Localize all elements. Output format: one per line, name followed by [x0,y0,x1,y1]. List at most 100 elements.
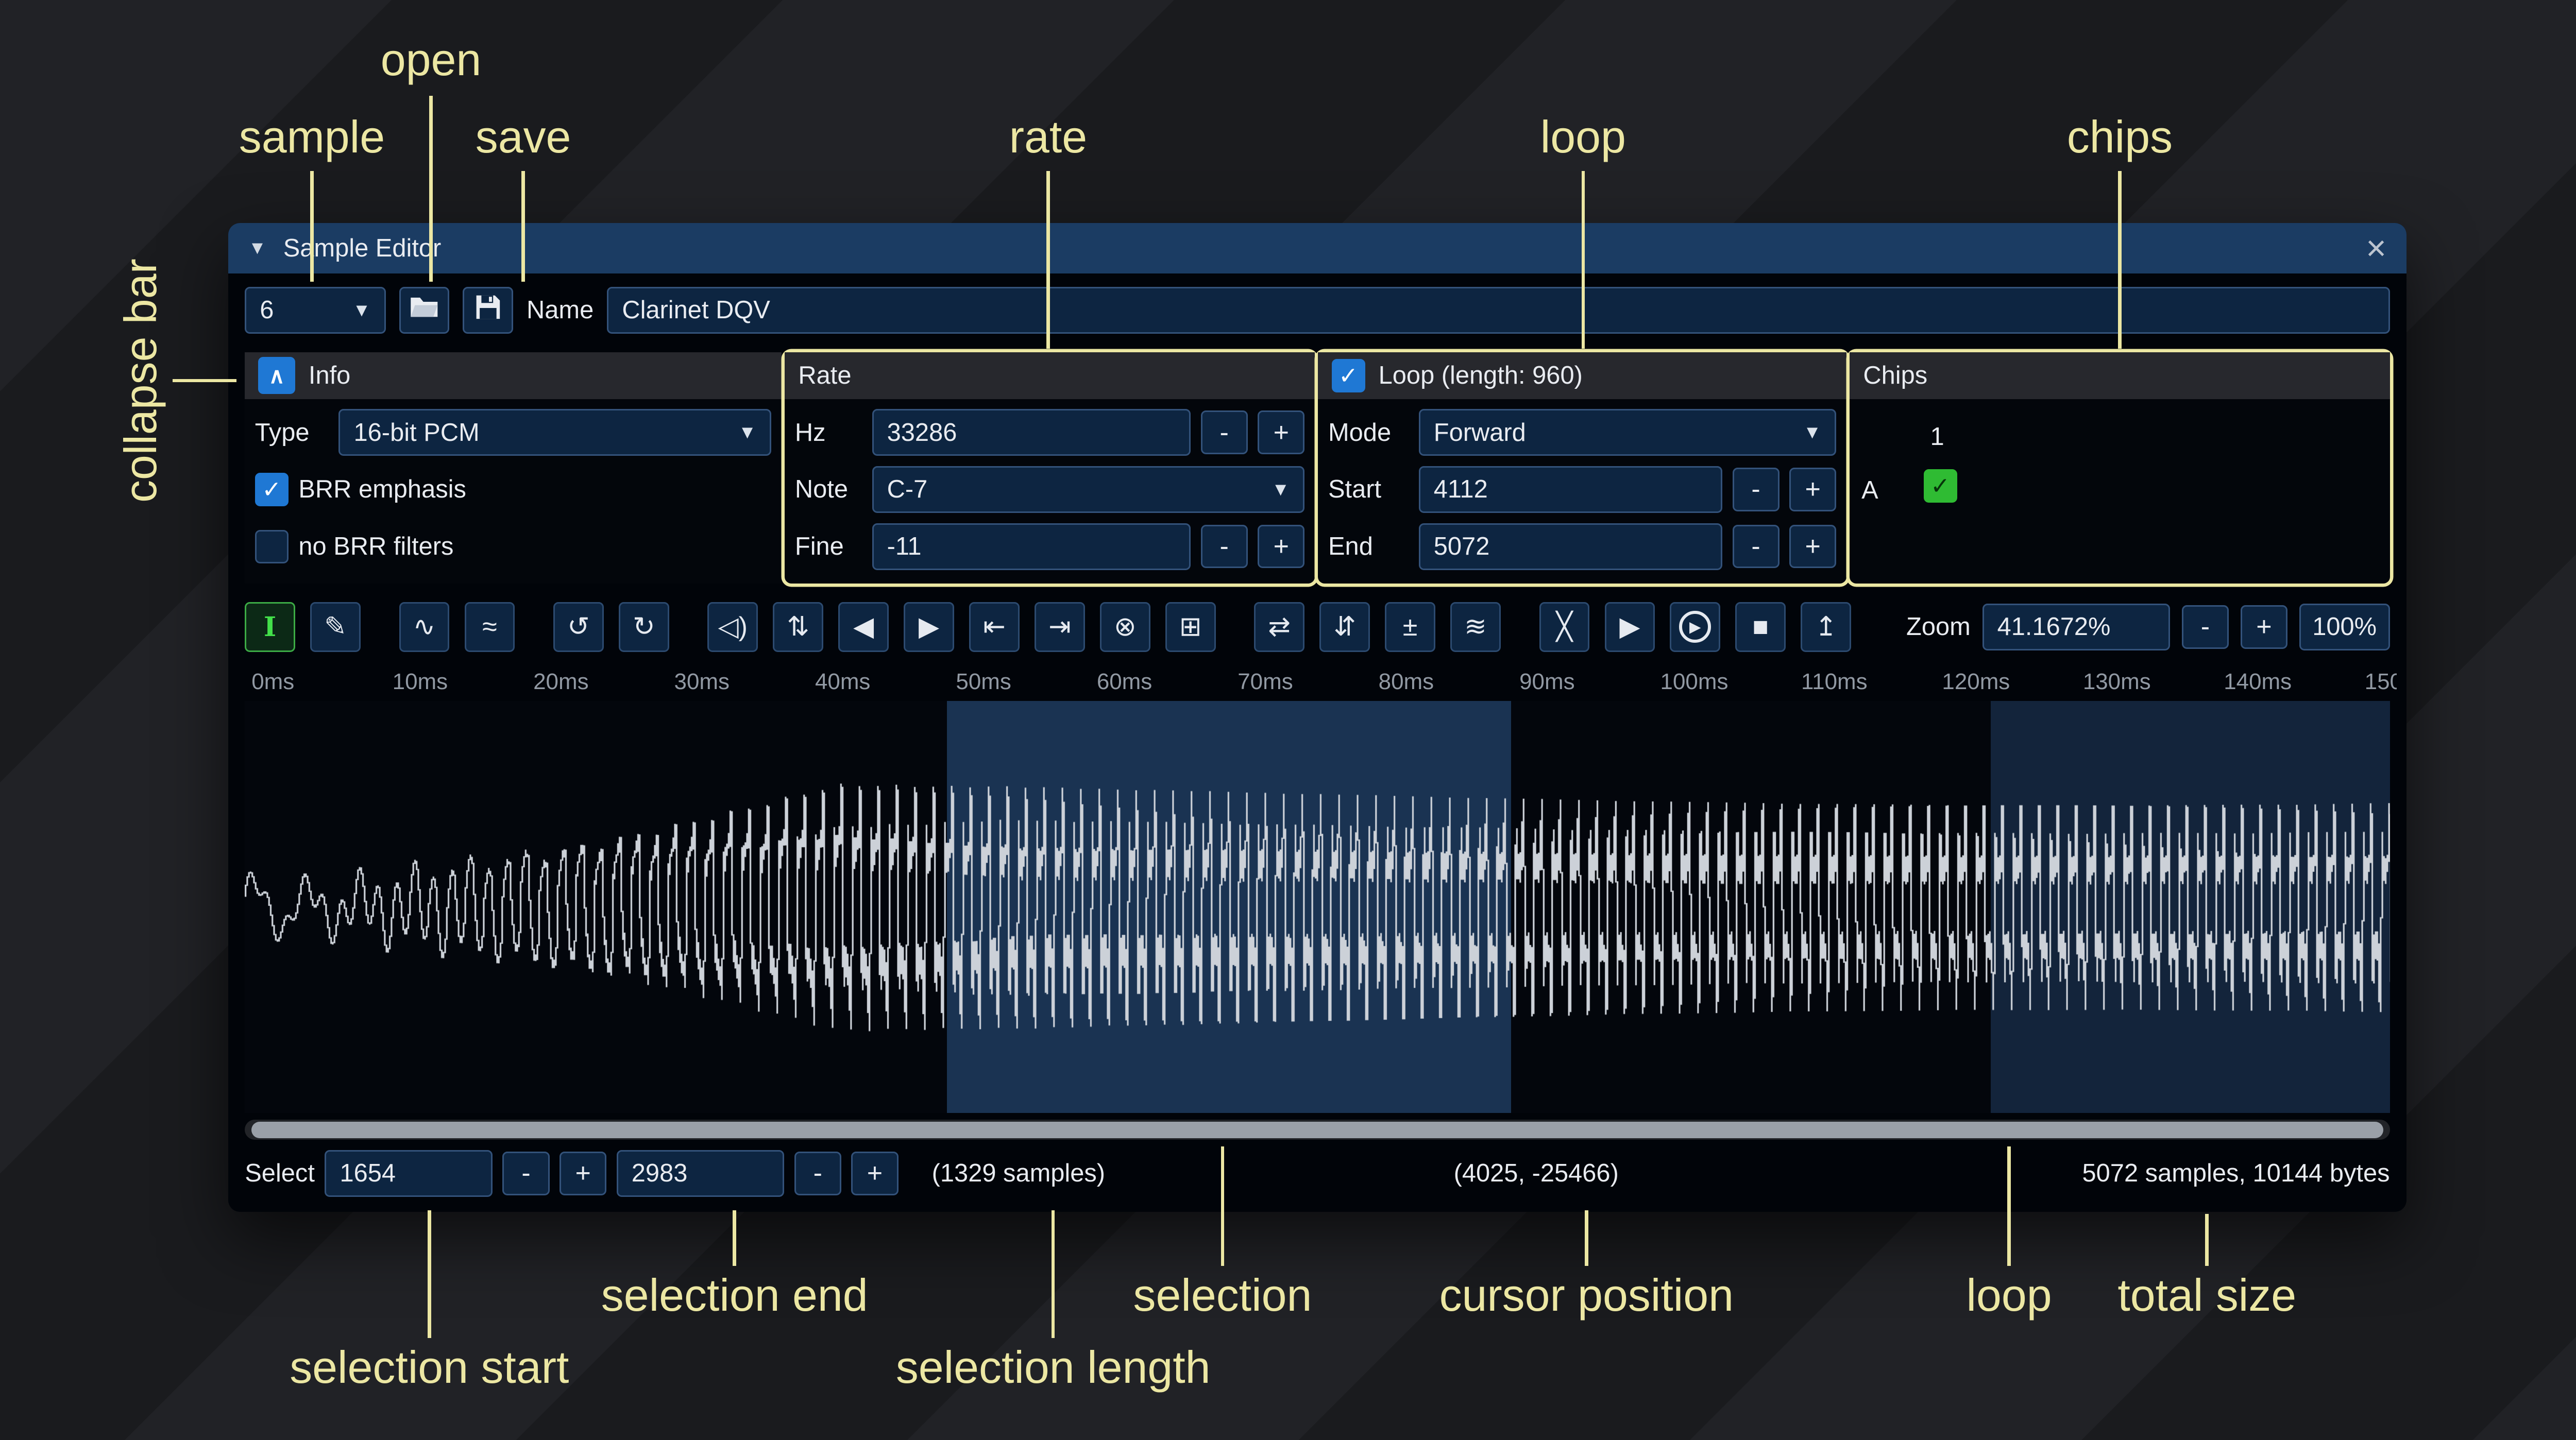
amplify-icon: ◁) [718,611,748,642]
hz-increase-button[interactable]: + [1258,410,1304,454]
timeline-ruler[interactable]: 0ms10ms20ms30ms40ms50ms60ms70ms80ms90ms1… [245,657,2396,701]
close-button[interactable]: × [2366,231,2386,266]
chip-a-checkbox[interactable]: ✓ [1924,469,1957,503]
fine-increase-button[interactable]: + [1258,525,1304,569]
sample-row: 6 ▼ Name [228,273,2406,344]
resize-button[interactable]: ∿ [399,602,450,653]
resample-button[interactable]: ≈ [465,602,515,653]
check-icon: ✓ [1338,362,1358,389]
annotation-line-total-size [2205,1214,2209,1266]
note-select[interactable]: C-7 ▼ [872,466,1305,513]
hz-decrease-button[interactable]: - [1201,410,1248,454]
trim-icon: ⊞ [1179,611,1202,642]
selection-end-input[interactable] [617,1150,785,1197]
timeline-tick: 80ms [1379,669,1434,695]
selection-end-increase-button[interactable]: + [851,1152,898,1195]
selection-start-input[interactable] [325,1150,493,1197]
annotation-line-selection-length [1052,1210,1055,1338]
window-collapse-icon[interactable]: ▼ [248,237,266,259]
brr-emphasis-checkbox[interactable]: ✓ [255,473,289,506]
invert-button[interactable]: ⇵ [1319,602,1370,653]
fade-out-button[interactable]: ▶ [904,602,954,653]
amplify-button[interactable]: ◁) [707,602,758,653]
chip-row-label: A [1861,476,1878,505]
reverse-icon: ⇄ [1268,611,1291,642]
trim-button[interactable]: ⊞ [1165,602,1216,653]
annotation-loop-bottom: loop [1967,1269,2052,1322]
check-icon: ✓ [262,476,281,503]
save-button[interactable] [463,287,513,334]
type-select[interactable]: 16-bit PCM ▼ [338,409,771,456]
fine-decrease-button[interactable]: - [1201,525,1248,569]
timeline-tick: 50ms [956,669,1011,695]
waveform-area [245,701,2389,1113]
timeline-tick: 90ms [1519,669,1574,695]
undo-icon: ↺ [567,611,590,642]
sample-number-select[interactable]: 6 ▼ [245,287,385,334]
timeline-tick: 150ms [2365,669,2397,695]
fine-input[interactable] [872,523,1191,570]
selection-start-increase-button[interactable]: + [560,1152,606,1195]
dropdown-arrow-icon: ▼ [1272,479,1290,500]
annotation-sample: sample [239,111,385,163]
rate-header-label: Rate [798,361,851,390]
loop-end-decrease-button[interactable]: - [1733,525,1780,569]
delete-button[interactable]: ⊗ [1100,602,1150,653]
sign-invert-button[interactable]: ± [1385,602,1435,653]
delete-icon: ⊗ [1114,611,1137,642]
annotation-line-selection-start [428,1210,431,1338]
zoom-out-button[interactable]: - [2182,605,2229,649]
loop-end-increase-button[interactable]: + [1789,525,1836,569]
zoom-reset-button[interactable]: 100% [2299,604,2390,650]
reverse-button[interactable]: ⇄ [1254,602,1304,653]
loop-start-input[interactable] [1419,466,1722,513]
zoom-group: Zoom - + 100% [1906,604,2390,650]
name-input[interactable] [607,287,2389,334]
import-button[interactable]: ↥ [1801,602,1851,653]
fade-out-icon: ▶ [919,611,939,642]
resize-icon: ∿ [413,611,436,642]
waveform-scrollbar[interactable] [245,1120,2389,1140]
timeline-tick: 130ms [2083,669,2151,695]
no-brr-filters-checkbox[interactable]: ✓ [255,530,289,563]
open-folder-icon [409,295,439,325]
selection-start-decrease-button[interactable]: - [502,1152,549,1195]
timeline-tick: 40ms [815,669,870,695]
apply-silence-button[interactable]: ⇥ [1035,602,1085,653]
stop-preview-button[interactable]: ■ [1735,602,1786,653]
loop-end-label: End [1328,532,1409,561]
waveform-canvas[interactable] [245,701,2389,1113]
annotation-selection-end: selection end [601,1269,868,1322]
scrollbar-thumb[interactable] [251,1122,2383,1139]
redo-button[interactable]: ↻ [619,602,669,653]
hz-input[interactable] [872,409,1191,456]
resample-icon: ≈ [482,611,497,642]
window-titlebar[interactable]: ▼ Sample Editor × [228,223,2406,273]
collapse-bar-button[interactable]: ∧ [258,357,295,394]
chips-panel-header: Chips [1850,352,2389,399]
filter-button[interactable]: ≋ [1450,602,1501,653]
preview-selection-button[interactable]: ▶ [1670,602,1720,653]
annotation-selection: selection [1133,1269,1312,1322]
preview-button[interactable]: ▶ [1605,602,1655,653]
draw-mode-button[interactable]: ✎ [310,602,361,653]
fade-in-button[interactable]: ◀ [838,602,889,653]
edit-mode-button[interactable]: I [245,602,295,653]
loop-end-input[interactable] [1419,523,1722,570]
loop-mode-select[interactable]: Forward ▼ [1419,409,1837,456]
insert-silence-button[interactable]: ⇤ [969,602,1020,653]
selection-end-decrease-button[interactable]: - [794,1152,841,1195]
timeline-tick: 20ms [533,669,588,695]
undo-button[interactable]: ↺ [553,602,604,653]
crossfade-loop-button[interactable]: ╳ [1539,602,1590,653]
zoom-in-button[interactable]: + [2241,605,2287,649]
timeline-tick: 100ms [1660,669,1728,695]
zoom-input[interactable] [1982,604,2171,650]
normalize-button[interactable]: ⇅ [773,602,823,653]
loop-enable-checkbox[interactable]: ✓ [1332,359,1365,392]
edit-mode-icon: I [264,611,276,643]
open-button[interactable] [399,287,450,334]
loop-start-decrease-button[interactable]: - [1733,468,1780,511]
info-header-label: Info [309,361,350,390]
loop-start-increase-button[interactable]: + [1789,468,1836,511]
